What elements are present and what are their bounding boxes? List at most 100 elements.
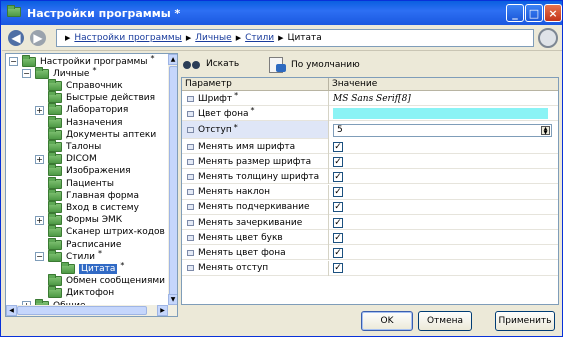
tree-item-label: DICOM: [66, 154, 97, 165]
tree-item[interactable]: Талоны: [48, 139, 101, 153]
property-row[interactable]: Менять наклон ✓: [182, 184, 558, 200]
tree-item[interactable]: Цитата *: [61, 261, 124, 275]
tree-horizontal-scrollbar[interactable]: ◀ ▶: [6, 305, 168, 316]
tree-item[interactable]: Пациенты: [48, 176, 114, 190]
ok-button[interactable]: OK: [361, 311, 413, 331]
breadcrumb-item[interactable]: Личные: [195, 33, 231, 43]
expand-icon[interactable]: +: [35, 215, 44, 225]
column-header-param[interactable]: Параметр: [182, 78, 329, 91]
apply-button[interactable]: Применить: [495, 311, 555, 331]
binoculars-icon: [183, 57, 201, 71]
property-icon: [187, 234, 194, 241]
property-row[interactable]: Менять зачеркивание ✓: [182, 215, 558, 230]
folder-icon: [48, 115, 62, 128]
title-bar[interactable]: Настройки программы * _ □ ×: [1, 1, 562, 25]
tree-item[interactable]: − Личные *: [22, 66, 96, 80]
minimize-button[interactable]: _: [506, 4, 524, 22]
checkbox[interactable]: ✓: [333, 232, 343, 243]
tree-item[interactable]: Вход в систему: [48, 200, 139, 214]
property-row[interactable]: Менять цвет фона ✓: [182, 245, 558, 261]
scroll-down-icon[interactable]: ▼: [168, 294, 177, 305]
expand-icon[interactable]: +: [35, 154, 44, 164]
tree-item[interactable]: Назначения: [48, 115, 123, 129]
property-icon: [187, 204, 194, 211]
forward-arrow-icon[interactable]: ▶: [30, 30, 46, 46]
scrollbar-thumb[interactable]: [169, 66, 177, 299]
property-name: Шрифт: [198, 93, 233, 104]
property-row[interactable]: Менять имя шрифта ✓: [182, 139, 558, 154]
breadcrumb-item[interactable]: Настройки программы: [74, 33, 181, 43]
modified-star: *: [97, 249, 102, 259]
property-row-bgcolor[interactable]: Цвет фона *: [182, 106, 558, 121]
checkbox[interactable]: ✓: [333, 156, 343, 167]
property-name: Менять зачеркивание: [198, 217, 303, 228]
scrollbar-thumb[interactable]: [17, 306, 147, 315]
font-value[interactable]: MS Sans Serif[8]: [333, 94, 411, 104]
tree-item-label: Назначения: [66, 117, 123, 128]
tree-item[interactable]: Расписание: [48, 237, 121, 251]
tree-item[interactable]: Документы аптеки: [48, 127, 156, 141]
breadcrumb-separator-icon: ▶: [185, 34, 192, 42]
scroll-right-icon[interactable]: ▶: [157, 305, 168, 316]
cancel-button[interactable]: Отмена: [418, 311, 472, 331]
navigation-bar: ◀ ▶ ▶ Настройки программы ▶ Личные ▶ Сти…: [2, 25, 562, 51]
property-row-indent[interactable]: Отступ * 5 ▲ ▼: [182, 121, 558, 139]
folder-icon: [48, 237, 62, 250]
maximize-button[interactable]: □: [525, 4, 543, 22]
spin-up-down-icon[interactable]: ▲ ▼: [541, 125, 550, 135]
folder-icon: [48, 139, 62, 152]
checkbox[interactable]: ✓: [333, 247, 343, 258]
tree-item[interactable]: Диктофон: [48, 286, 114, 300]
property-icon: [187, 189, 194, 196]
property-icon: [187, 143, 194, 150]
tree-item[interactable]: Обмен сообщениями: [48, 274, 165, 288]
tree-item[interactable]: + Формы ЭМК: [35, 213, 122, 227]
checkbox[interactable]: ✓: [333, 187, 343, 198]
checkbox[interactable]: ✓: [333, 141, 343, 152]
checkbox[interactable]: ✓: [333, 263, 343, 274]
settings-window: Настройки программы * _ □ × ◀ ▶ ▶ Настро…: [0, 0, 563, 337]
property-row[interactable]: Менять цвет букв ✓: [182, 230, 558, 246]
tree-item-label: Сканер штрих-кодов: [66, 227, 165, 238]
checkbox[interactable]: ✓: [333, 202, 343, 213]
property-row[interactable]: Менять подчеркивание ✓: [182, 199, 558, 215]
property-row[interactable]: Менять отступ ✓: [182, 260, 558, 276]
tree-item[interactable]: Справочник: [48, 78, 123, 92]
scroll-left-icon[interactable]: ◀: [6, 305, 17, 316]
tree-vertical-scrollbar[interactable]: ▲ ▼: [168, 54, 177, 316]
property-icon: [187, 249, 194, 256]
background-color-swatch[interactable]: [333, 108, 548, 119]
property-row[interactable]: Менять размер шрифта ✓: [182, 154, 558, 170]
close-button[interactable]: ×: [544, 4, 562, 22]
tree-item[interactable]: Главная форма: [48, 188, 139, 202]
tree-item[interactable]: − Стили *: [35, 249, 102, 263]
scroll-up-icon[interactable]: ▲: [168, 54, 177, 65]
tree-item-label: Лаборатория: [66, 105, 129, 116]
collapse-icon[interactable]: −: [35, 252, 44, 262]
tree-item[interactable]: Изображения: [48, 164, 131, 178]
tree-item[interactable]: Быстрые действия: [48, 91, 155, 105]
property-name: Менять отступ: [198, 263, 269, 274]
folder-icon: [48, 213, 62, 226]
tree-item[interactable]: Сканер штрих-кодов: [48, 225, 165, 239]
folder-icon: [7, 5, 21, 19]
breadcrumb-item[interactable]: Стили: [245, 33, 274, 43]
checkbox[interactable]: ✓: [333, 217, 343, 228]
collapse-icon[interactable]: −: [9, 57, 18, 66]
property-row[interactable]: Менять толщину шрифта ✓: [182, 169, 558, 185]
indent-spinner[interactable]: 5 ▲ ▼: [333, 123, 552, 137]
column-header-value[interactable]: Значение: [329, 78, 558, 91]
back-arrow-icon[interactable]: ◀: [8, 30, 24, 46]
checkbox[interactable]: ✓: [333, 171, 343, 182]
expand-icon[interactable]: +: [35, 105, 44, 115]
property-row-font[interactable]: Шрифт * MS Sans Serif[8]: [182, 91, 558, 106]
tree-item[interactable]: + Лаборатория: [35, 103, 129, 117]
tree-item-label: Справочник: [66, 80, 123, 91]
refresh-icon[interactable]: [538, 28, 558, 48]
search-button[interactable]: Искать: [183, 57, 239, 71]
tree-item-label: Главная форма: [66, 190, 139, 201]
collapse-icon[interactable]: −: [22, 69, 31, 79]
property-icon: [187, 265, 194, 272]
default-button[interactable]: По умолчанию: [269, 57, 360, 73]
property-name: Отступ: [198, 125, 232, 135]
